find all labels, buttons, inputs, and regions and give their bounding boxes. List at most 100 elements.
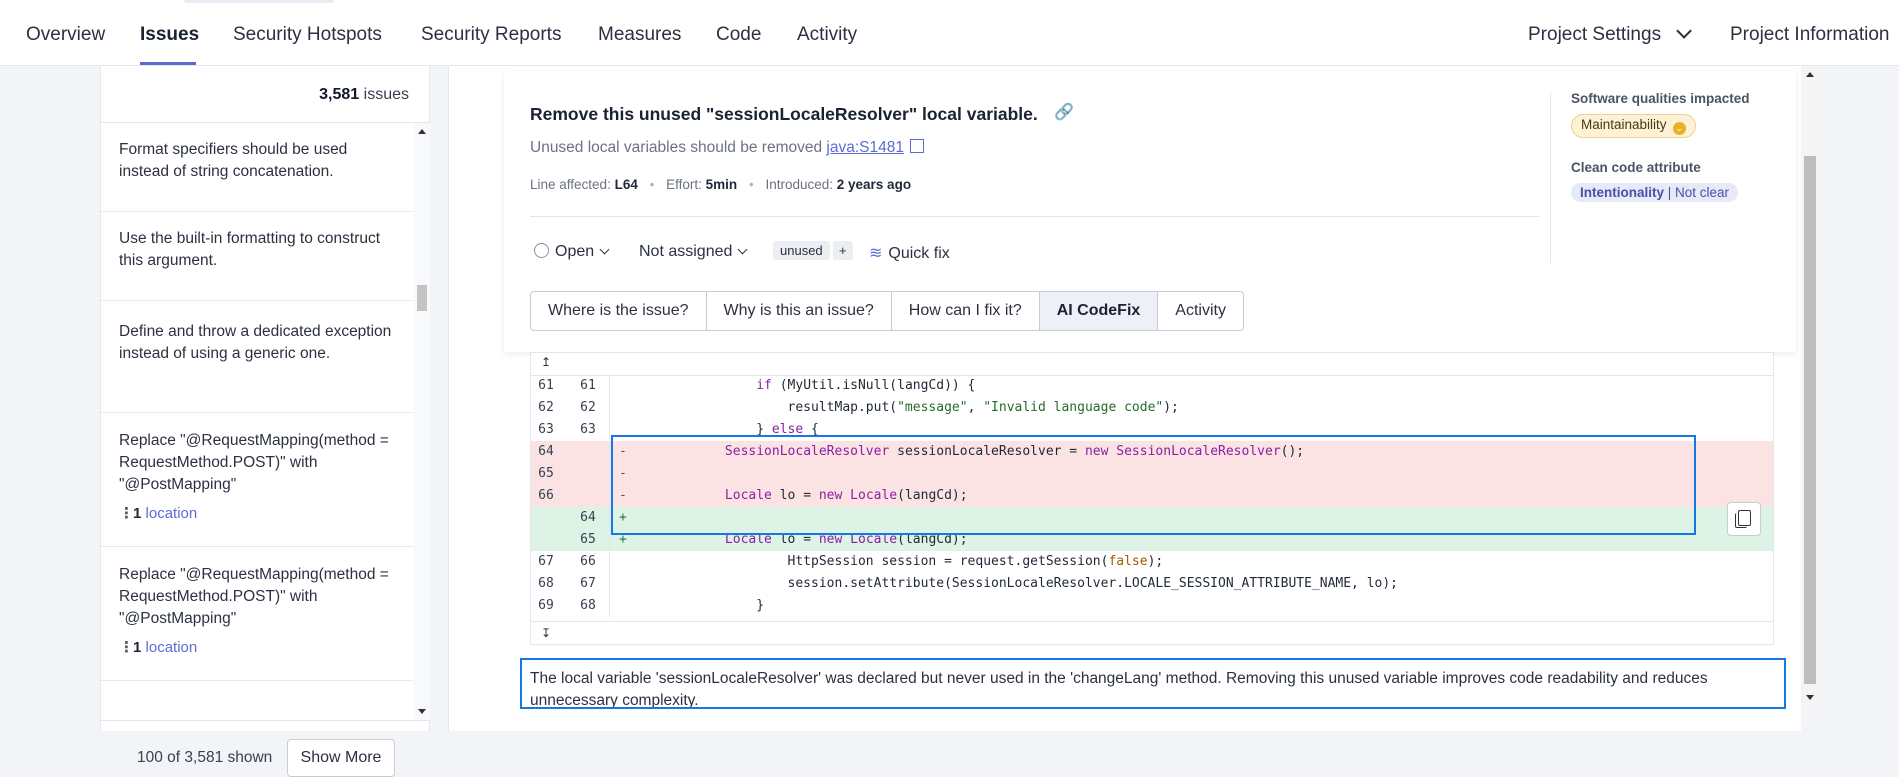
old-line-number: 66 (538, 488, 554, 503)
issue-list-panel: 3,581 issues Format specifiers should be… (100, 66, 430, 777)
gutter-separator (609, 595, 610, 617)
quality-sidebar: Software qualities impacted Maintainabil… (1571, 91, 1821, 202)
issue-count-value: 3,581 (319, 86, 360, 103)
tab-activity[interactable]: Activity (797, 24, 857, 46)
scroll-down-icon[interactable] (418, 709, 426, 714)
add-tag-button[interactable]: + (833, 241, 853, 260)
expand-up-icon[interactable]: ↥ (541, 355, 551, 369)
tab-security-hotspots[interactable]: Security Hotspots (233, 24, 382, 46)
chevron-down-icon (1676, 23, 1692, 39)
location-label: location (145, 639, 198, 656)
tab-why-is-this-an-issue[interactable]: Why is this an issue? (707, 292, 892, 330)
gutter-separator (609, 375, 610, 397)
diff-line: 63 63 } else { (531, 419, 1773, 441)
issue-title: Remove this unused "sessionLocaleResolve… (530, 104, 1038, 124)
software-qualities-label: Software qualities impacted (1571, 91, 1750, 106)
effort-label: Effort: (666, 177, 702, 192)
tab-activity-detail[interactable]: Activity (1158, 292, 1243, 330)
status-dropdown[interactable]: Open (534, 243, 610, 261)
rule-text: Unused local variables should be removed (530, 139, 823, 156)
issue-location[interactable]: ⋮1 location (119, 638, 395, 656)
tab-measures[interactable]: Measures (598, 24, 681, 46)
deletion-marker: - (619, 466, 627, 481)
issue-list: Format specifiers should be used instead… (101, 123, 413, 720)
old-line-number: 61 (538, 378, 554, 393)
deletion-marker: - (619, 488, 627, 503)
list-item[interactable]: Define and throw a dedicated exception i… (101, 301, 413, 413)
tab-code[interactable]: Code (716, 24, 761, 46)
scroll-up-icon[interactable] (1806, 72, 1814, 77)
diff-line: 62 62 resultMap.put("message", "Invalid l… (531, 397, 1773, 419)
old-line-number: 67 (538, 554, 554, 569)
gutter-separator (609, 419, 610, 441)
tab-security-reports[interactable]: Security Reports (421, 24, 561, 46)
code-text: Locale lo = new Locale(langCd); (724, 532, 968, 547)
tab-issues[interactable]: Issues (140, 24, 199, 46)
tab-how-can-i-fix-it[interactable]: How can I fix it? (892, 292, 1040, 330)
list-item[interactable]: Format specifiers should be used instead… (101, 123, 413, 212)
vertical-dots-icon: ⋮ (119, 639, 134, 656)
issue-list-scrollbar[interactable] (414, 123, 430, 720)
meta-separator: • (748, 177, 754, 192)
gutter-separator (609, 551, 610, 573)
shown-divider (101, 720, 429, 721)
vertical-dots-icon: ⋮ (119, 505, 134, 522)
new-line-number: 64 (580, 510, 596, 525)
addition-marker: + (619, 532, 627, 547)
expand-down-icon[interactable]: ↧ (541, 626, 551, 640)
project-settings-menu[interactable]: Project Settings (1528, 23, 1692, 46)
copy-icon-front (1738, 510, 1751, 526)
show-more-button[interactable]: Show More (287, 739, 395, 777)
diff-top-bar: ↥ (531, 353, 1773, 376)
maintainability-badge[interactable]: Maintainability ⌄ (1571, 114, 1696, 138)
tab-ai-codefix[interactable]: AI CodeFix (1039, 292, 1159, 330)
diff-line: 61 61 if (MyUtil.isNull(langCd)) { (531, 375, 1773, 397)
tab-project-information[interactable]: Project Information (1730, 24, 1889, 46)
code-text: } else { (631, 422, 819, 437)
location-count: 1 (133, 505, 142, 522)
external-link-icon[interactable] (909, 139, 924, 153)
active-tab-underline (140, 62, 196, 65)
issue-meta: Line affected: L64 • Effort: 5min • Intr… (530, 177, 911, 192)
old-line-number: 69 (538, 598, 554, 613)
diff-line: 65 - (531, 463, 1773, 485)
issue-message: Define and throw a dedicated exception i… (119, 323, 392, 362)
location-count: 1 (133, 639, 142, 656)
diff-line: 64 + (531, 507, 1773, 529)
issue-location[interactable]: ⋮1 location (119, 504, 395, 522)
code-text: if (MyUtil.isNull(langCd)) { (756, 378, 976, 393)
new-line-number: 62 (580, 400, 596, 415)
gutter-separator (609, 507, 610, 529)
quick-fix-icon: ≋ (869, 245, 883, 262)
gutter-separator (609, 485, 610, 507)
list-item[interactable]: Replace "@RequestMapping(method = Reques… (101, 413, 413, 547)
scroll-up-icon[interactable] (418, 129, 426, 134)
status-circle-icon (534, 243, 549, 258)
introduced-value: 2 years ago (836, 177, 912, 192)
tab-overview[interactable]: Overview (26, 24, 105, 46)
shown-count: 100 of 3,581 shown (137, 749, 273, 766)
assignee-dropdown[interactable]: Not assigned (639, 243, 748, 261)
diff-bottom-bar: ↧ (531, 621, 1773, 644)
old-line-number: 64 (538, 444, 554, 459)
list-item[interactable]: Replace "@RequestMapping(method = Reques… (101, 547, 413, 681)
scroll-down-icon[interactable] (1806, 695, 1814, 700)
tag-chip[interactable]: unused (773, 241, 830, 260)
tab-where-is-the-issue[interactable]: Where is the issue? (531, 292, 707, 330)
list-item[interactable]: Use the built-in formatting to construct… (101, 212, 413, 301)
scroll-thumb[interactable] (417, 285, 427, 311)
quick-fix-button[interactable]: ≋ Quick fix (869, 243, 950, 263)
effort-value: 5min (705, 177, 738, 192)
scroll-thumb[interactable] (1804, 156, 1816, 684)
old-line-number: 65 (538, 466, 554, 481)
code-text: Locale lo = new Locale(langCd); (724, 488, 968, 503)
clean-code-badge[interactable]: Intentionality | Not clear (1571, 183, 1739, 202)
chevron-down-icon (599, 244, 610, 255)
link-icon[interactable]: 🔗 (1054, 102, 1074, 122)
top-navigation: Overview Issues Security Hotspots Securi… (0, 0, 1899, 66)
assignee-label: Not assigned (639, 243, 733, 260)
copy-button[interactable] (1727, 502, 1761, 536)
rule-key-link[interactable]: java:S1481 (826, 139, 904, 156)
detail-scrollbar[interactable] (1802, 66, 1818, 706)
issue-message: Replace "@RequestMapping(method = Reques… (119, 432, 389, 493)
